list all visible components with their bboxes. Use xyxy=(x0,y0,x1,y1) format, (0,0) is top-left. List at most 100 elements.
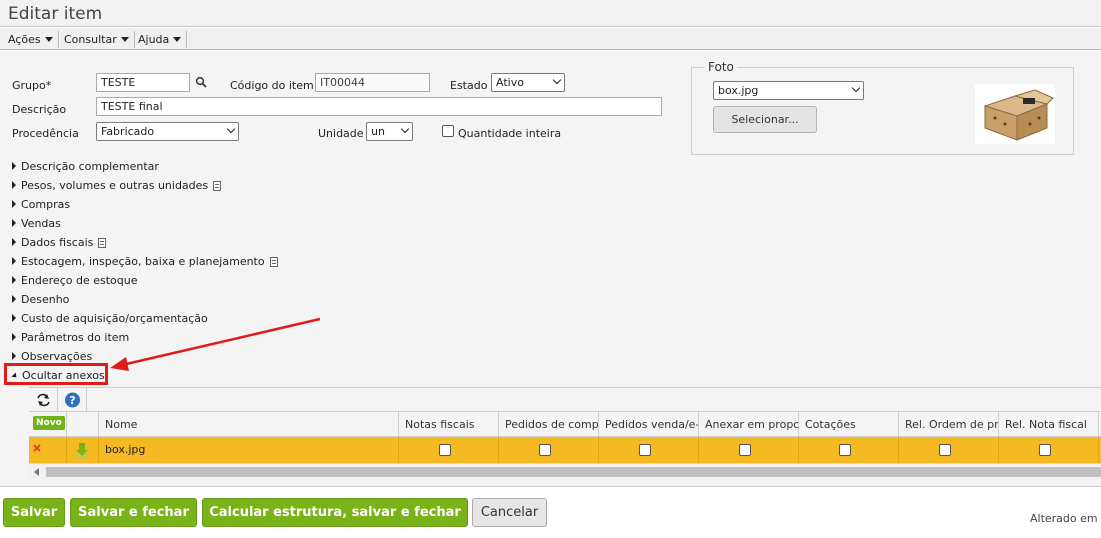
section-label: Desenho xyxy=(21,293,70,306)
chevron-down-icon xyxy=(44,37,53,42)
delete-cell: × xyxy=(29,437,67,463)
salvar-fechar-button[interactable]: Salvar e fechar xyxy=(70,498,197,527)
calcular-estrutura-button[interactable]: Calcular estrutura, salvar e fechar xyxy=(202,498,468,527)
section-observacoes[interactable]: Observações xyxy=(12,350,92,363)
window-title: Editar item xyxy=(8,4,103,24)
column-header-pedidos-compra[interactable]: Pedidos de compr xyxy=(499,412,599,437)
column-header-nome[interactable]: Nome xyxy=(99,412,399,437)
rel-nota-fiscal-cell xyxy=(999,437,1099,463)
section-compras[interactable]: Compras xyxy=(12,198,70,211)
estado-value: Ativo xyxy=(496,76,524,89)
nome-cell: box.jpg xyxy=(99,437,399,463)
anexar-proposta-cell xyxy=(699,437,799,463)
pedidos-compra-checkbox[interactable] xyxy=(539,444,551,456)
cotacoes-cell xyxy=(799,437,899,463)
photo-thumbnail xyxy=(975,84,1055,144)
caret-right-icon xyxy=(12,352,16,360)
descricao-label: Descrição xyxy=(12,103,67,116)
chevron-down-icon xyxy=(226,124,236,134)
pedidos-venda-checkbox[interactable] xyxy=(639,444,651,456)
section-vendas[interactable]: Vendas xyxy=(12,217,61,230)
section-dados-fiscais[interactable]: Dados fiscais xyxy=(12,236,107,249)
column-header-blank xyxy=(67,412,99,437)
column-header-notas-fiscais[interactable]: Notas fiscais xyxy=(399,412,499,437)
chevron-down-icon xyxy=(400,124,410,134)
column-header-pedidos-venda[interactable]: Pedidos venda/e- xyxy=(599,412,699,437)
anexar-proposta-checkbox[interactable] xyxy=(739,444,751,456)
help-icon[interactable]: ? xyxy=(58,388,87,412)
estado-select[interactable]: Ativo xyxy=(491,73,565,92)
chevron-down-icon xyxy=(120,37,129,42)
section-endereco-estoque[interactable]: Endereço de estoque xyxy=(12,274,138,287)
unidade-select[interactable]: un xyxy=(366,122,413,141)
codigo-input[interactable]: IT00044 xyxy=(315,73,430,92)
menu-consultar[interactable]: Consultar xyxy=(60,31,135,48)
salvar-button[interactable]: Salvar xyxy=(3,498,65,527)
column-header-anexar-proposta[interactable]: Anexar em propo xyxy=(699,412,799,437)
red-arrow-annotation xyxy=(110,317,321,371)
novo-button[interactable]: Novo xyxy=(33,416,65,430)
cotacoes-checkbox[interactable] xyxy=(839,444,851,456)
menu-consultar-label: Consultar xyxy=(64,33,117,46)
section-estocagem[interactable]: Estocagem, inspeção, baixa e planejament… xyxy=(12,255,278,268)
document-icon xyxy=(269,257,278,267)
section-descricao-complementar[interactable]: Descrição complementar xyxy=(12,160,159,173)
chevron-down-icon xyxy=(173,37,182,42)
section-label: Vendas xyxy=(21,217,61,230)
content-area: Grupo* TESTE Código do item IT00044 Esta… xyxy=(0,51,1101,487)
unidade-value: un xyxy=(371,125,385,138)
section-label: Pesos, volumes e outras unidades xyxy=(21,179,209,192)
estado-label: Estado xyxy=(450,79,488,92)
menu-bar: Ações Consultar Ajuda xyxy=(0,28,1101,50)
descricao-input[interactable]: TESTE final xyxy=(96,97,662,116)
section-desenho[interactable]: Desenho xyxy=(12,293,69,306)
caret-right-icon xyxy=(12,162,16,170)
pedidos-compra-cell xyxy=(499,437,599,463)
menu-ajuda[interactable]: Ajuda xyxy=(134,31,188,48)
grupo-label: Grupo* xyxy=(12,79,52,92)
file-name[interactable]: box.jpg xyxy=(105,443,145,456)
column-header-rel-ordem[interactable]: Rel. Ordem de pr xyxy=(899,412,999,437)
procedencia-select[interactable]: Fabricado xyxy=(96,122,239,141)
procedencia-label: Procedência xyxy=(12,127,79,140)
menu-acoes-label: Ações xyxy=(8,33,41,46)
pedidos-venda-cell xyxy=(599,437,699,463)
grid-horizontal-scrollbar[interactable] xyxy=(29,463,1101,479)
selecionar-button[interactable]: Selecionar... xyxy=(713,106,817,133)
procedencia-value: Fabricado xyxy=(101,125,155,138)
caret-right-icon xyxy=(12,257,16,265)
rel-ordem-cell xyxy=(899,437,999,463)
foto-legend: Foto xyxy=(705,60,737,74)
attachments-grid-header: Novo Nome Notas fiscais Pedidos de compr… xyxy=(29,411,1101,437)
quantidade-inteira-checkbox[interactable] xyxy=(442,125,454,137)
section-pesos-volumes[interactable]: Pesos, volumes e outras unidades xyxy=(12,179,222,192)
section-label: Compras xyxy=(21,198,71,211)
search-icon[interactable] xyxy=(195,76,207,88)
red-highlight-box xyxy=(4,363,108,385)
caret-right-icon xyxy=(12,314,16,322)
quantidade-inteira-label: Quantidade inteira xyxy=(458,127,562,140)
caret-right-icon xyxy=(12,200,16,208)
download-icon[interactable] xyxy=(75,442,89,458)
notas-fiscais-checkbox[interactable] xyxy=(439,444,451,456)
column-header-rel-nota-fiscal[interactable]: Rel. Nota fiscal xyxy=(999,412,1099,437)
grupo-input[interactable]: TESTE xyxy=(96,73,190,92)
caret-right-icon xyxy=(12,238,16,246)
menu-acoes[interactable]: Ações xyxy=(4,31,59,48)
rel-nota-fiscal-checkbox[interactable] xyxy=(1039,444,1051,456)
rel-ordem-checkbox[interactable] xyxy=(939,444,951,456)
section-label: Endereço de estoque xyxy=(21,274,138,287)
chevron-down-icon xyxy=(552,75,562,85)
delete-icon[interactable]: × xyxy=(32,441,42,455)
foto-file-select[interactable]: box.jpg xyxy=(713,81,864,100)
table-row[interactable]: × box.jpg xyxy=(29,437,1101,463)
column-header-cotacoes[interactable]: Cotações xyxy=(799,412,899,437)
cancelar-button[interactable]: Cancelar xyxy=(472,498,547,527)
scroll-left-icon[interactable] xyxy=(33,467,41,477)
refresh-icon[interactable] xyxy=(29,388,58,412)
scrollbar-thumb[interactable] xyxy=(46,467,1101,477)
novo-button-cell[interactable]: Novo xyxy=(29,412,67,437)
svg-text:?: ? xyxy=(69,394,75,407)
box-image xyxy=(983,89,1054,141)
document-icon xyxy=(98,238,107,248)
